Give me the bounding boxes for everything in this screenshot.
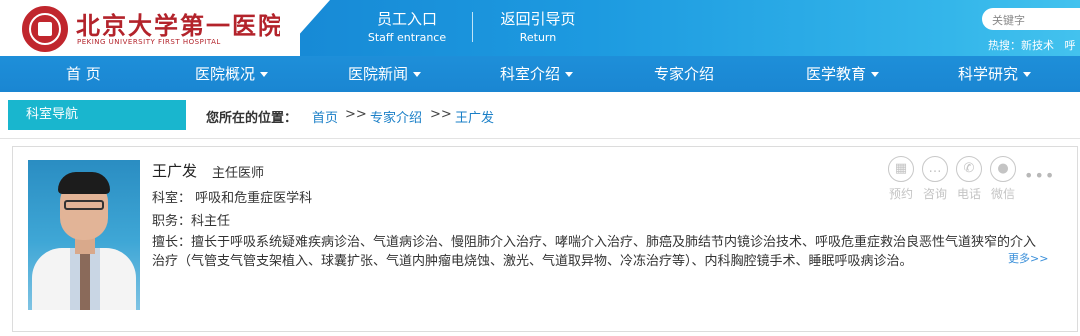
breadcrumb-label: 您所在的位置： — [206, 111, 298, 126]
specialty-label: 擅长： — [152, 235, 192, 250]
section-divider — [0, 138, 1080, 139]
position-value: 科主任 — [191, 214, 231, 229]
department-value: 呼吸和危重症医学科 — [195, 191, 313, 206]
hot-search-item[interactable]: 新技术 — [1021, 39, 1054, 52]
doctor-position: 职务：科主任 — [152, 210, 230, 229]
consult-button[interactable]: … 咨询 — [920, 156, 950, 202]
nav-label: 科室介绍 — [500, 65, 561, 83]
calendar-icon: ▦ — [888, 156, 914, 182]
service-label: 预约 — [888, 187, 913, 201]
chevron-down-icon — [1023, 72, 1032, 77]
wechat-icon: ● — [990, 156, 1016, 182]
nav-label: 科学研究 — [958, 65, 1019, 83]
chevron-down-icon — [871, 72, 880, 77]
chevron-down-icon — [413, 72, 422, 77]
nav-label: 首 页 — [66, 65, 101, 83]
hospital-name-en: PEKING UNIVERSITY FIRST HOSPITAL — [77, 38, 221, 46]
service-label: 微信 — [990, 187, 1015, 201]
hospital-seal-logo — [22, 6, 68, 52]
nav-item-experts[interactable]: 专家介绍 — [654, 56, 714, 92]
doctor-specialty: 擅长：擅长于呼吸系统疑难疾病诊治、气道病诊治、慢阻肺介入治疗、哮喘介入治疗、肺癌… — [152, 233, 1048, 271]
nav-label: 医学教育 — [806, 65, 867, 83]
return-link[interactable]: 返回引导页 Return — [496, 10, 580, 46]
breadcrumb-separator: >> — [430, 107, 452, 122]
search-input[interactable]: 关键字 — [982, 8, 1080, 30]
staff-entrance-label-en: Staff entrance — [367, 31, 447, 44]
nav-item-education[interactable]: 医学教育 — [806, 56, 880, 92]
phone-icon: ✆ — [956, 156, 982, 182]
hot-search-label: 热搜： — [988, 39, 1021, 52]
header-banner: 员工入口 Staff entrance 返回引导页 Return — [300, 0, 950, 56]
doctor-title: 主任医师 — [212, 166, 265, 181]
nav-item-home[interactable]: 首 页 — [66, 56, 101, 92]
doctor-name: 王广发 — [152, 162, 198, 180]
doctor-photo — [28, 160, 140, 310]
staff-entrance-label: 员工入口 — [376, 10, 437, 28]
nav-label: 医院新闻 — [348, 65, 409, 83]
site-header: 北京大学第一医院 PEKING UNIVERSITY FIRST HOSPITA… — [0, 0, 1080, 56]
appointment-button[interactable]: ▦ 预约 — [886, 156, 916, 202]
breadcrumb-experts[interactable]: 专家介绍 — [370, 107, 422, 126]
breadcrumb-home[interactable]: 首页 — [312, 107, 338, 126]
nav-item-research[interactable]: 科学研究 — [958, 56, 1032, 92]
department-label: 科室： — [152, 191, 192, 206]
breadcrumb-current: 王广发 — [455, 111, 495, 126]
more-options-icon[interactable]: ••• — [1024, 166, 1055, 185]
return-label: 返回引导页 — [500, 10, 576, 28]
hospital-name-cn: 北京大学第一医院 — [76, 11, 284, 40]
position-label: 职务： — [152, 214, 192, 229]
nav-item-overview[interactable]: 医院概况 — [195, 56, 269, 92]
department-nav-tab[interactable]: 科室导航 — [8, 100, 186, 130]
banner-slant — [280, 0, 330, 56]
staff-entrance-link[interactable]: 员工入口 Staff entrance — [366, 10, 448, 46]
specialty-text: 擅长于呼吸系统疑难疾病诊治、气道病诊治、慢阻肺介入治疗、哮喘介入治疗、肺癌及肺结… — [152, 235, 1037, 269]
chat-icon: … — [922, 156, 948, 182]
nav-item-departments[interactable]: 科室介绍 — [500, 56, 574, 92]
nav-label: 医院概况 — [195, 65, 256, 83]
breadcrumb-separator: >> — [345, 107, 367, 122]
logo-area[interactable]: 北京大学第一医院 PEKING UNIVERSITY FIRST HOSPITA… — [0, 0, 300, 56]
service-label: 咨询 — [922, 187, 947, 201]
phone-button[interactable]: ✆ 电话 — [954, 156, 984, 202]
banner-divider — [472, 12, 473, 42]
hot-search-item[interactable]: 呼 — [1065, 39, 1076, 52]
more-link[interactable]: 更多>> — [1008, 250, 1048, 266]
wechat-button[interactable]: ● 微信 — [988, 156, 1018, 202]
chevron-down-icon — [565, 72, 574, 77]
nav-label: 专家介绍 — [654, 65, 715, 83]
nav-item-news[interactable]: 医院新闻 — [348, 56, 422, 92]
hot-search: 热搜：新技术 呼 — [988, 37, 1076, 53]
return-label-en: Return — [519, 31, 557, 44]
service-label: 电话 — [956, 187, 981, 201]
doctor-department: 科室： 呼吸和危重症医学科 — [152, 187, 312, 206]
chevron-down-icon — [260, 72, 269, 77]
main-nav: 首 页 医院概况 医院新闻 科室介绍 专家介绍 医学教育 科学研究 — [0, 56, 1080, 92]
